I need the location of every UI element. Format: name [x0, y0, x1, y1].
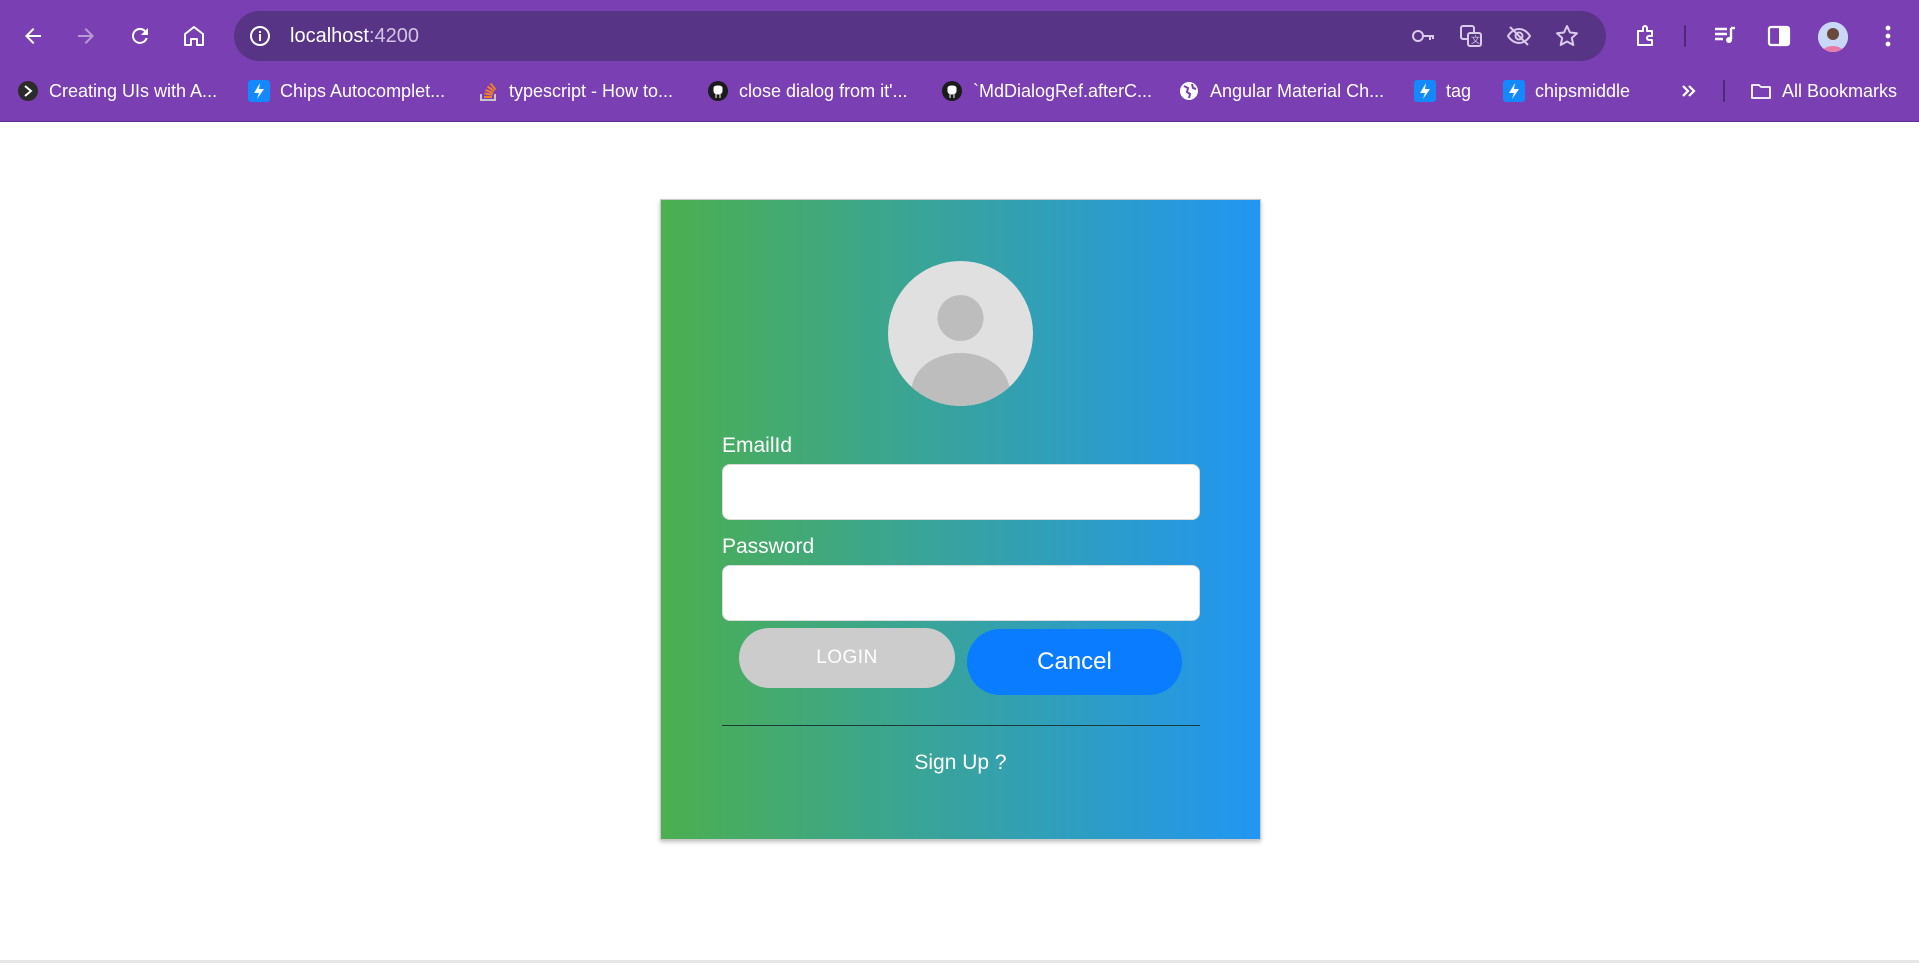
profile-icon	[1818, 22, 1848, 52]
reload-button[interactable]	[122, 18, 158, 54]
all-bookmarks-button[interactable]: All Bookmarks	[1750, 74, 1897, 108]
chevron-double-right-icon	[1678, 80, 1700, 102]
email-label: EmailId	[722, 434, 793, 457]
stackblitz-icon	[1414, 80, 1436, 102]
arrow-right-icon	[78, 28, 94, 44]
back-button[interactable]	[15, 18, 51, 54]
svg-text:文: 文	[1471, 34, 1480, 46]
stackblitz-icon	[248, 80, 270, 102]
forward-button[interactable]	[68, 18, 104, 54]
site-info-icon[interactable]	[248, 24, 272, 48]
arrow-left-icon	[25, 28, 41, 44]
bookmark-label: Creating UIs with A...	[49, 80, 218, 101]
password-label: Password	[722, 535, 815, 558]
home-icon	[184, 26, 204, 46]
toolbar-separator	[1684, 25, 1686, 47]
bookmarks-overflow-button[interactable]	[1678, 74, 1700, 108]
bookmark-item[interactable]: close dialog from it'...	[707, 74, 908, 108]
bookmark-item[interactable]: Creating UIs with A...	[17, 74, 217, 108]
url-host: localhost	[290, 25, 369, 47]
bookmark-label: typescript - How to...	[509, 80, 674, 101]
bookmark-item[interactable]: tag	[1414, 74, 1471, 108]
login-button[interactable]: LOGIN	[739, 628, 955, 688]
bookmark-item[interactable]: Chips Autocomplet...	[248, 74, 445, 108]
reload-icon	[131, 27, 148, 44]
side-panel-icon[interactable]	[1766, 23, 1792, 49]
bookmark-label: Angular Material Ch...	[1210, 80, 1385, 101]
url-port: :4200	[368, 25, 419, 47]
globe-icon	[1178, 80, 1200, 102]
key-icon[interactable]	[1410, 23, 1436, 49]
login-card: EmailId Password LOGIN Cancel Sign Up ?	[660, 199, 1261, 840]
address-bar[interactable]: localhost:4200 文	[234, 11, 1606, 61]
bookmark-item[interactable]: `MdDialogRef.afterC...	[941, 74, 1152, 108]
avatar	[888, 261, 1033, 406]
eye-off-icon[interactable]	[1506, 23, 1532, 49]
url-text[interactable]: localhost:4200	[290, 25, 419, 48]
all-bookmarks-label: All Bookmarks	[1782, 80, 1898, 101]
home-button[interactable]	[176, 18, 212, 54]
github-icon	[707, 80, 729, 102]
browser-chrome: localhost:4200 文 Creating UIs with A... …	[0, 0, 1919, 122]
cancel-button[interactable]: Cancel	[967, 629, 1182, 695]
stackoverflow-icon	[477, 80, 499, 102]
bookmark-item[interactable]: chipsmiddle	[1503, 74, 1630, 108]
bookmark-item[interactable]: Angular Material Ch...	[1178, 74, 1384, 108]
bookmark-label: tag	[1446, 80, 1472, 101]
translate-icon[interactable]: 文	[1458, 23, 1484, 49]
app-logo-icon	[17, 80, 39, 102]
bookmark-label: chipsmiddle	[1535, 80, 1631, 101]
divider	[722, 725, 1200, 726]
browser-toolbar: localhost:4200 文	[0, 10, 1919, 62]
signup-link[interactable]: Sign Up ?	[661, 751, 1260, 775]
bookmarks-separator	[1723, 80, 1725, 102]
star-icon[interactable]	[1554, 23, 1580, 49]
page-content: EmailId Password LOGIN Cancel Sign Up ?	[0, 122, 1919, 963]
email-field[interactable]	[722, 464, 1200, 520]
folder-icon	[1750, 80, 1772, 102]
profile-avatar[interactable]	[1818, 22, 1848, 52]
bookmark-label: close dialog from it'...	[739, 80, 908, 101]
github-icon	[941, 80, 963, 102]
user-placeholder-icon	[911, 295, 1010, 406]
bookmarks-bar: Creating UIs with A... Chips Autocomplet…	[0, 74, 1919, 108]
bookmark-label: Chips Autocomplet...	[280, 80, 446, 101]
extensions-icon[interactable]	[1633, 23, 1659, 49]
bookmark-label: `MdDialogRef.afterC...	[973, 80, 1153, 101]
bookmark-item[interactable]: typescript - How to...	[477, 74, 673, 108]
password-field[interactable]	[722, 565, 1200, 621]
menu-kebab-icon[interactable]	[1875, 23, 1901, 49]
stackblitz-icon	[1503, 80, 1525, 102]
media-playlist-icon[interactable]	[1712, 23, 1738, 49]
